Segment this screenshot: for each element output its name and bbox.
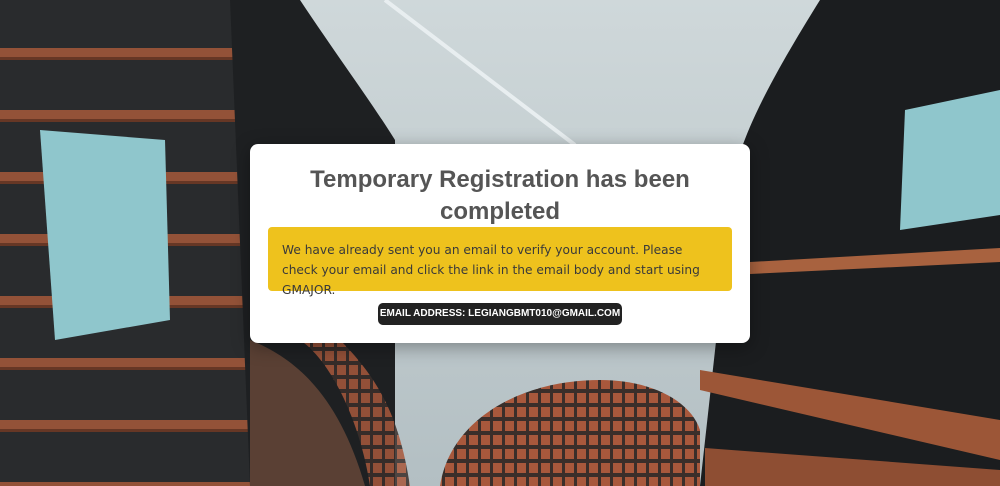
page: Temporary Registration has been complete… [0,0,1000,486]
dialog-title: Temporary Registration has been complete… [310,166,690,225]
registration-dialog: Temporary Registration has been complete… [250,144,750,343]
email-address-badge: EMAIL ADDRESS: LEGIANGBMT010@GMAIL.COM [378,303,622,325]
verification-notice: We have already sent you an email to ver… [268,227,732,297]
